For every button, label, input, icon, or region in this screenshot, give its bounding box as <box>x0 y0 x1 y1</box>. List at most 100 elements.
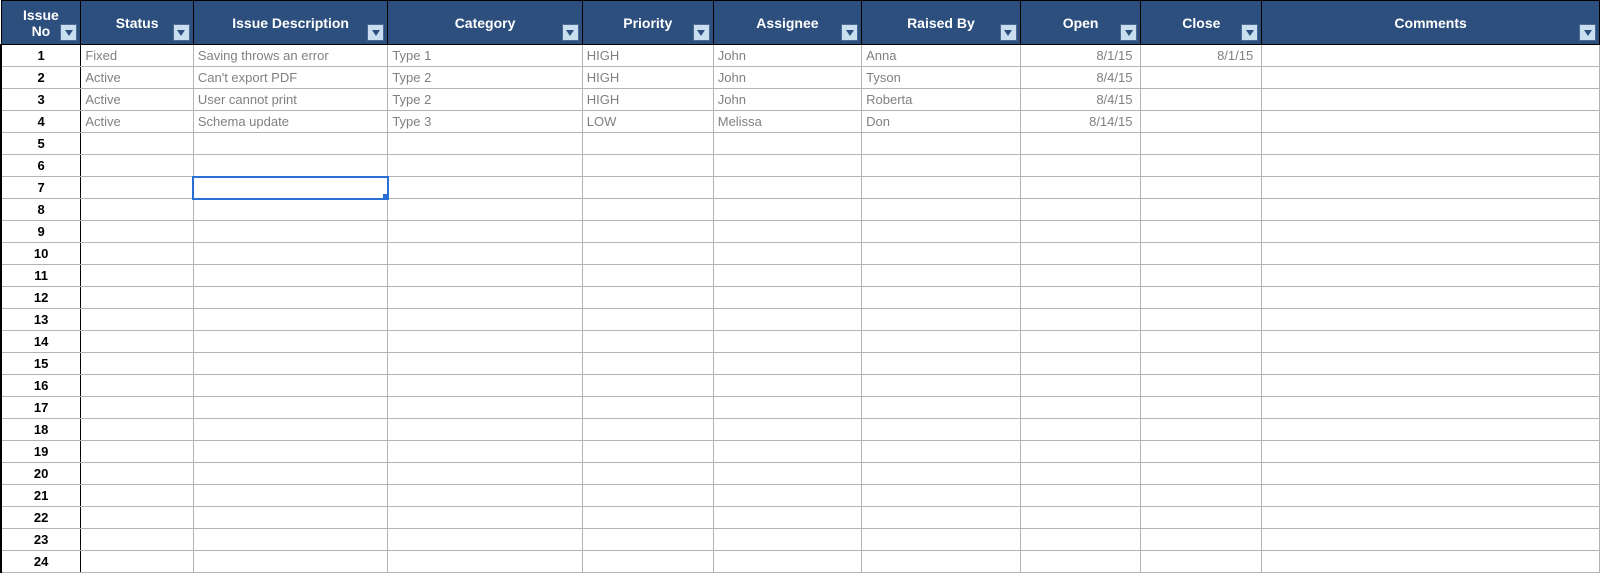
row-number-cell[interactable]: 8 <box>1 199 81 221</box>
cell-status[interactable] <box>81 199 194 221</box>
cell-priority[interactable] <box>582 441 713 463</box>
cell-open[interactable] <box>1020 441 1141 463</box>
cell-priority[interactable] <box>582 463 713 485</box>
cell-category[interactable] <box>388 507 582 529</box>
cell-category[interactable] <box>388 243 582 265</box>
cell-priority[interactable] <box>582 155 713 177</box>
cell-close[interactable] <box>1141 287 1262 309</box>
row-number-cell[interactable]: 12 <box>1 287 81 309</box>
cell-status[interactable] <box>81 375 194 397</box>
cell-category[interactable] <box>388 441 582 463</box>
cell-assignee[interactable] <box>713 133 861 155</box>
row-number-cell[interactable]: 13 <box>1 309 81 331</box>
cell-close[interactable] <box>1141 111 1262 133</box>
cell-description[interactable] <box>193 551 387 573</box>
cell-category[interactable] <box>388 331 582 353</box>
cell-category[interactable]: Type 2 <box>388 67 582 89</box>
cell-close[interactable] <box>1141 177 1262 199</box>
cell-priority[interactable]: HIGH <box>582 89 713 111</box>
cell-status[interactable] <box>81 309 194 331</box>
cell-category[interactable] <box>388 177 582 199</box>
cell-raised_by[interactable] <box>862 529 1021 551</box>
cell-priority[interactable] <box>582 243 713 265</box>
column-header-priority[interactable]: Priority <box>582 1 713 45</box>
cell-status[interactable] <box>81 507 194 529</box>
cell-category[interactable] <box>388 287 582 309</box>
cell-assignee[interactable] <box>713 397 861 419</box>
cell-open[interactable] <box>1020 199 1141 221</box>
cell-open[interactable]: 8/14/15 <box>1020 111 1141 133</box>
row-number-cell[interactable]: 10 <box>1 243 81 265</box>
row-number-cell[interactable]: 22 <box>1 507 81 529</box>
cell-status[interactable] <box>81 133 194 155</box>
cell-description[interactable] <box>193 287 387 309</box>
cell-raised_by[interactable] <box>862 441 1021 463</box>
cell-close[interactable] <box>1141 441 1262 463</box>
cell-status[interactable] <box>81 287 194 309</box>
cell-priority[interactable]: LOW <box>582 111 713 133</box>
cell-open[interactable] <box>1020 243 1141 265</box>
cell-comments[interactable] <box>1262 155 1600 177</box>
cell-category[interactable] <box>388 529 582 551</box>
cell-comments[interactable] <box>1262 529 1600 551</box>
cell-comments[interactable] <box>1262 287 1600 309</box>
cell-description[interactable] <box>193 419 387 441</box>
row-number-cell[interactable]: 15 <box>1 353 81 375</box>
cell-status[interactable] <box>81 463 194 485</box>
cell-priority[interactable] <box>582 177 713 199</box>
cell-category[interactable] <box>388 551 582 573</box>
row-number-cell[interactable]: 1 <box>1 45 81 67</box>
column-header-open[interactable]: Open <box>1020 1 1141 45</box>
cell-status[interactable] <box>81 529 194 551</box>
cell-comments[interactable] <box>1262 243 1600 265</box>
cell-status[interactable] <box>81 441 194 463</box>
row-number-cell[interactable]: 18 <box>1 419 81 441</box>
cell-raised_by[interactable] <box>862 133 1021 155</box>
cell-assignee[interactable] <box>713 441 861 463</box>
cell-category[interactable]: Type 3 <box>388 111 582 133</box>
cell-category[interactable] <box>388 419 582 441</box>
cell-comments[interactable] <box>1262 221 1600 243</box>
cell-status[interactable] <box>81 331 194 353</box>
cell-priority[interactable] <box>582 529 713 551</box>
cell-category[interactable] <box>388 485 582 507</box>
cell-close[interactable] <box>1141 89 1262 111</box>
cell-category[interactable] <box>388 463 582 485</box>
cell-close[interactable] <box>1141 463 1262 485</box>
cell-open[interactable] <box>1020 177 1141 199</box>
cell-category[interactable] <box>388 199 582 221</box>
cell-status[interactable]: Active <box>81 89 194 111</box>
issue-tracker-table[interactable]: Issue NoStatusIssue DescriptionCategoryP… <box>0 0 1600 573</box>
column-header-status[interactable]: Status <box>81 1 194 45</box>
cell-comments[interactable] <box>1262 485 1600 507</box>
cell-category[interactable] <box>388 397 582 419</box>
cell-description[interactable]: Schema update <box>193 111 387 133</box>
cell-raised_by[interactable] <box>862 331 1021 353</box>
cell-open[interactable] <box>1020 221 1141 243</box>
cell-close[interactable] <box>1141 375 1262 397</box>
cell-priority[interactable] <box>582 221 713 243</box>
cell-raised_by[interactable]: Anna <box>862 45 1021 67</box>
cell-raised_by[interactable] <box>862 397 1021 419</box>
cell-priority[interactable] <box>582 309 713 331</box>
filter-dropdown-raised_by[interactable] <box>1000 24 1017 41</box>
cell-close[interactable] <box>1141 397 1262 419</box>
cell-description[interactable] <box>193 463 387 485</box>
cell-open[interactable] <box>1020 155 1141 177</box>
filter-dropdown-issue_no[interactable] <box>60 24 77 41</box>
cell-comments[interactable] <box>1262 133 1600 155</box>
cell-category[interactable] <box>388 353 582 375</box>
cell-description[interactable] <box>193 507 387 529</box>
row-number-cell[interactable]: 4 <box>1 111 81 133</box>
cell-category[interactable] <box>388 221 582 243</box>
cell-category[interactable] <box>388 155 582 177</box>
cell-priority[interactable] <box>582 353 713 375</box>
cell-description[interactable] <box>193 265 387 287</box>
cell-description[interactable] <box>193 199 387 221</box>
column-header-category[interactable]: Category <box>388 1 582 45</box>
cell-category[interactable] <box>388 133 582 155</box>
cell-raised_by[interactable] <box>862 375 1021 397</box>
cell-description[interactable] <box>193 309 387 331</box>
cell-raised_by[interactable] <box>862 155 1021 177</box>
row-number-cell[interactable]: 7 <box>1 177 81 199</box>
